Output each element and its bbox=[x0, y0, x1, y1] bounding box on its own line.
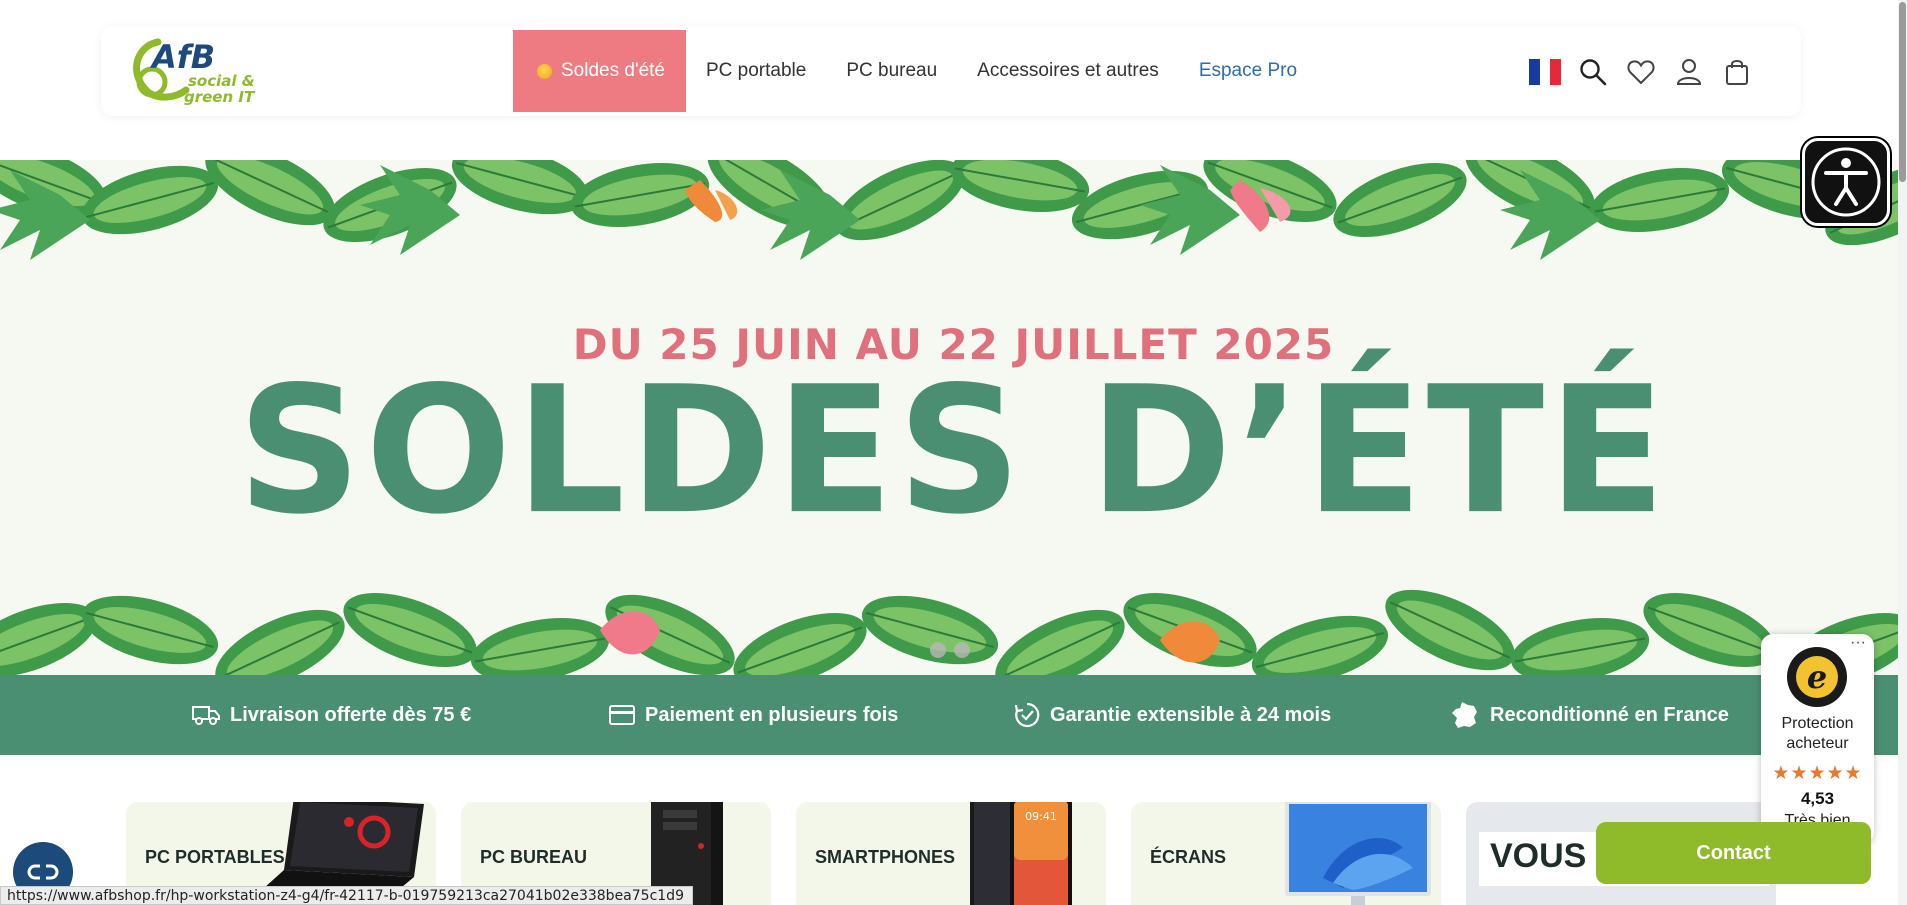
feature-label: Paiement en plusieurs fois bbox=[645, 703, 899, 726]
cart-icon bbox=[1726, 60, 1748, 85]
sun-icon bbox=[537, 63, 552, 79]
nav-item-label: Soldes d'été bbox=[561, 60, 665, 81]
category-label: SMARTPHONES bbox=[815, 847, 956, 867]
main-nav: Soldes d'été PC portable PC bureau Acces… bbox=[513, 30, 1317, 112]
nav-item-pc-bureau[interactable]: PC bureau bbox=[826, 30, 957, 112]
category-label: PC BUREAU bbox=[480, 847, 588, 867]
trusted-shops-protection: Protection acheteur bbox=[1761, 714, 1874, 754]
cookie-consent-icon bbox=[27, 864, 59, 880]
ts-line1: Protection bbox=[1781, 715, 1854, 732]
more-options-icon[interactable]: ··· bbox=[1850, 634, 1866, 652]
category-label: PC PORTABLES bbox=[145, 847, 285, 867]
nav-item-label: Accessoires et autres bbox=[977, 60, 1159, 81]
feature-livraison: Livraison offerte dès 75 € bbox=[192, 675, 471, 755]
ts-line2: acheteur bbox=[1786, 735, 1849, 752]
feature-label: Reconditionné en France bbox=[1490, 703, 1729, 726]
contact-label: Contact bbox=[1696, 841, 1771, 864]
rating-stars: ★★★★★ bbox=[1772, 763, 1863, 784]
wishlist-button[interactable] bbox=[1625, 56, 1657, 88]
rating-score: 4,53 bbox=[1800, 789, 1835, 808]
smartphone-image: 09:41 bbox=[970, 802, 1072, 905]
afb-logo[interactable]: AfB social & green IT bbox=[128, 34, 268, 109]
user-icon bbox=[1676, 59, 1702, 85]
flag-fr-icon bbox=[1529, 59, 1562, 85]
search-icon bbox=[1580, 59, 1607, 86]
trusted-shops-widget[interactable]: ··· e Protection acheteur ★★★★★ 4,53 Trè… bbox=[1761, 634, 1874, 844]
accessibility-icon bbox=[1811, 147, 1881, 217]
account-button[interactable] bbox=[1673, 56, 1705, 88]
feature-label: Garantie extensible à 24 mois bbox=[1050, 703, 1332, 726]
category-card-smartphones[interactable]: 09:41 SMARTPHONES bbox=[796, 802, 1106, 905]
browser-status-url: https://www.afbshop.fr/hp-workstation-z4… bbox=[0, 886, 693, 905]
carousel-dot[interactable] bbox=[930, 642, 946, 658]
carousel-dot[interactable] bbox=[954, 642, 970, 658]
language-selector[interactable] bbox=[1529, 56, 1562, 88]
nav-item-label: PC portable bbox=[705, 60, 807, 81]
logo-sub-text-2: green IT bbox=[184, 88, 256, 106]
feature-label: Livraison offerte dès 75 € bbox=[230, 703, 472, 726]
category-label: ÉCRANS bbox=[1150, 847, 1227, 867]
scrollbar-thumb[interactable] bbox=[1899, 2, 1906, 182]
monitor-image bbox=[1285, 802, 1431, 905]
accessibility-button[interactable] bbox=[1802, 138, 1890, 226]
heart-icon bbox=[1627, 60, 1655, 85]
nav-item-label: Espace Pro bbox=[1198, 60, 1298, 81]
feature-reconditionne: Reconditionné en France bbox=[1450, 675, 1729, 755]
truck-icon bbox=[192, 706, 220, 725]
site-header: AfB social & green IT Soldes d'été PC po… bbox=[0, 0, 1907, 160]
search-button[interactable] bbox=[1577, 56, 1609, 88]
cart-button[interactable] bbox=[1721, 56, 1753, 88]
contact-button[interactable]: Contact bbox=[1596, 822, 1871, 884]
nav-item-label: PC bureau bbox=[846, 60, 938, 81]
svg-text:e: e bbox=[1807, 658, 1827, 696]
feature-garantie: Garantie extensible à 24 mois bbox=[1014, 675, 1331, 755]
header-icons bbox=[1529, 50, 1753, 94]
hero-banner[interactable]: DU 25 JUIN AU 22 JUILLET 2025 SOLDES D’É… bbox=[0, 160, 1907, 675]
feature-paiement: Paiement en plusieurs fois bbox=[609, 675, 898, 755]
credit-card-icon bbox=[609, 705, 635, 725]
phone-time: 09:41 bbox=[1025, 810, 1057, 823]
category-card-ecrans[interactable]: ÉCRANS bbox=[1131, 802, 1441, 905]
nav-item-espace-pro[interactable]: Espace Pro bbox=[1179, 30, 1317, 112]
warranty-icon bbox=[1014, 702, 1040, 728]
nav-item-soldes[interactable]: Soldes d'été bbox=[513, 30, 686, 112]
nav-item-accessoires[interactable]: Accessoires et autres bbox=[957, 30, 1179, 112]
features-bar: Livraison offerte dès 75 € Paiement en p… bbox=[0, 675, 1907, 755]
france-map-icon bbox=[1452, 702, 1477, 728]
afb-logo-graphic: AfB social & green IT bbox=[133, 38, 256, 106]
hero-title: SOLDES D’ÉTÉ bbox=[237, 347, 1670, 553]
page-scrollbar[interactable] bbox=[1898, 0, 1907, 905]
logo-main-text: AfB bbox=[149, 38, 215, 76]
nav-item-pc-portable[interactable]: PC portable bbox=[686, 30, 826, 112]
trusted-shops-seal-icon: e bbox=[1787, 647, 1847, 707]
header-card: AfB social & green IT Soldes d'été PC po… bbox=[101, 26, 1801, 116]
carousel-dots bbox=[930, 642, 970, 658]
